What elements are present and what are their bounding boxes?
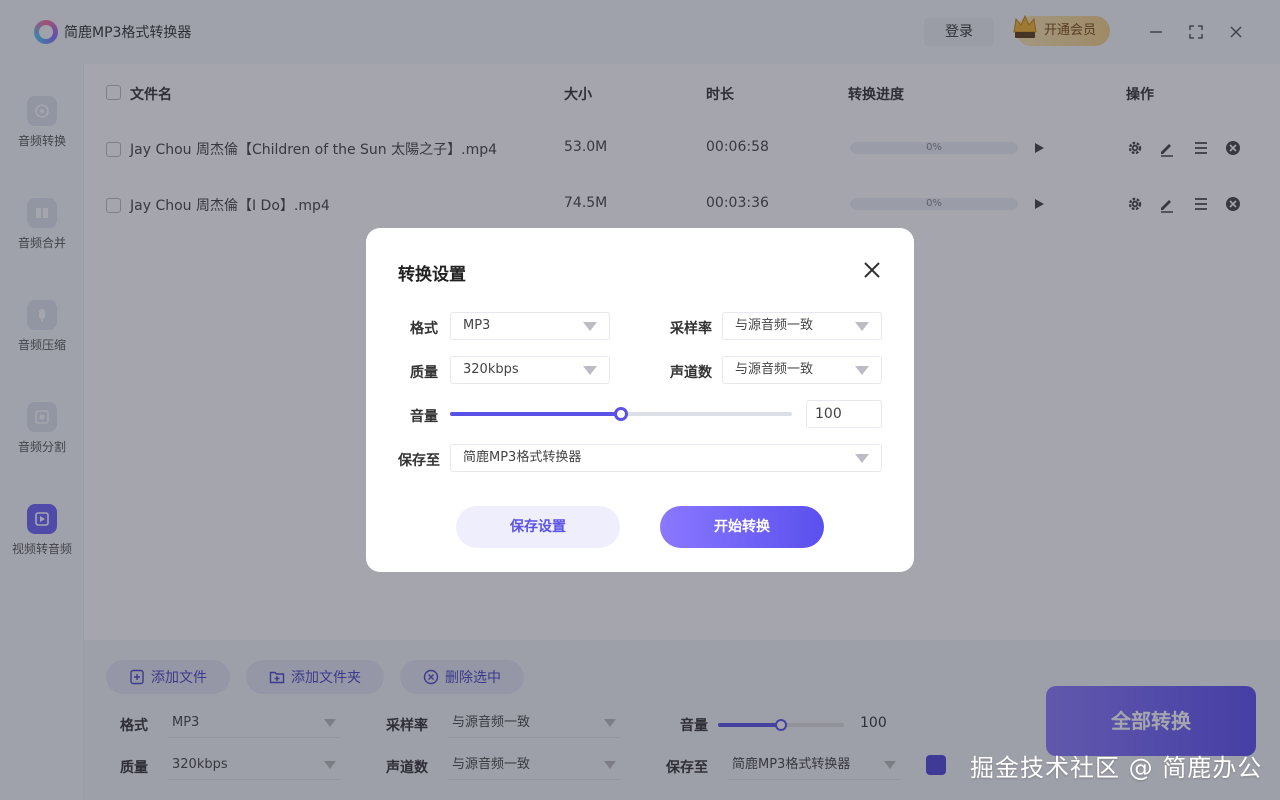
channels-select[interactable]: 与源音频一致 xyxy=(722,356,882,384)
samplerate-label: 采样率 xyxy=(670,321,712,337)
saveto-value: 简鹿MP3格式转换器 xyxy=(463,450,582,465)
chevron-down-icon xyxy=(583,322,597,331)
volume-slider-thumb[interactable] xyxy=(614,407,628,421)
format-value: MP3 xyxy=(463,318,491,333)
samplerate-select[interactable]: 与源音频一致 xyxy=(722,312,882,340)
start-convert-button[interactable]: 开始转换 xyxy=(660,506,824,548)
dialog-title: 转换设置 xyxy=(398,265,466,285)
chevron-down-icon xyxy=(855,322,869,331)
volume-input[interactable]: 100 xyxy=(806,400,882,428)
quality-label: 质量 xyxy=(410,365,438,381)
conversion-settings-dialog: 转换设置 格式 MP3 采样率 与源音频一致 质量 320kbps 声道数 与源… xyxy=(366,228,914,572)
saveto-select[interactable]: 简鹿MP3格式转换器 xyxy=(450,444,882,472)
chevron-down-icon xyxy=(855,454,869,463)
saveto-label: 保存至 xyxy=(398,453,440,469)
close-icon[interactable] xyxy=(860,258,884,282)
chevron-down-icon xyxy=(583,366,597,375)
chevron-down-icon xyxy=(855,366,869,375)
volume-slider[interactable] xyxy=(450,407,792,421)
save-settings-button[interactable]: 保存设置 xyxy=(456,506,620,548)
quality-select[interactable]: 320kbps xyxy=(450,356,610,384)
volume-label: 音量 xyxy=(410,409,438,425)
samplerate-value: 与源音频一致 xyxy=(735,318,814,333)
channels-value: 与源音频一致 xyxy=(735,362,814,377)
format-select[interactable]: MP3 xyxy=(450,312,610,340)
watermark: 掘金技术社区 @ 简鹿办公 xyxy=(970,754,1263,782)
channels-label: 声道数 xyxy=(670,365,712,381)
volume-slider-fill xyxy=(450,412,621,416)
format-label: 格式 xyxy=(410,321,438,337)
quality-value: 320kbps xyxy=(463,362,519,377)
